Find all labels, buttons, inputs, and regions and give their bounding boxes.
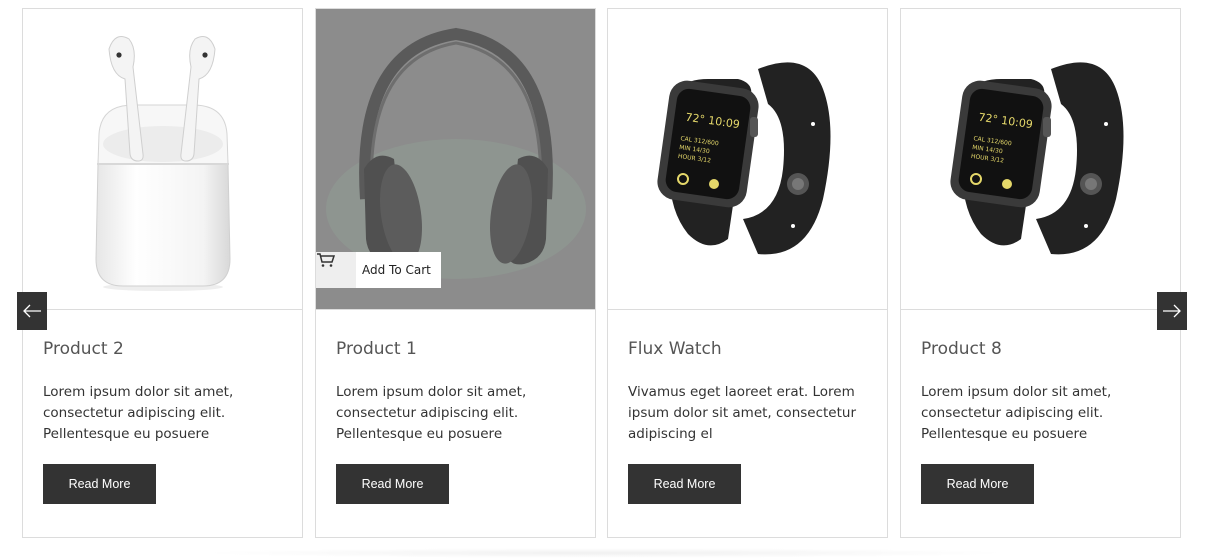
watch-image: 72° 10:09 CAL 312/600 MIN 14/30 HOUR 3/1… [657, 62, 831, 255]
airpods-image [95, 36, 231, 291]
product-description: Lorem ipsum dolor sit amet, consectetur … [336, 384, 527, 442]
read-more-button[interactable]: Read More [628, 464, 741, 504]
product-image-headphones[interactable]: Add To Cart [316, 9, 595, 310]
product-image-watch[interactable]: 72° 10:09 CAL 312/600 MIN 14/30 HOUR 3/1… [608, 9, 887, 310]
read-more-button[interactable]: Read More [43, 464, 156, 504]
cart-icon [316, 252, 356, 288]
arrow-left-icon [23, 304, 41, 318]
product-image-airpods[interactable] [23, 9, 302, 310]
carousel-prev-button[interactable] [17, 292, 47, 330]
watch-image: 72° 10:09 CAL 312/600 MIN 14/30 HOUR 3/1… [950, 62, 1124, 255]
product-title[interactable]: Product 1 [336, 339, 417, 359]
product-card: 72° 10:09 CAL 312/600 MIN 14/30 HOUR 3/1… [607, 8, 888, 538]
product-description: Vivamus eget laoreet erat. Lorem ipsum d… [628, 384, 857, 442]
product-card: Add To Cart Product 1 Lorem ipsum dolor … [315, 8, 596, 538]
product-description: Lorem ipsum dolor sit amet, consectetur … [43, 384, 234, 442]
product-card: 72° 10:09 CAL 312/600 MIN 14/30 HOUR 3/1… [900, 8, 1181, 538]
product-title[interactable]: Product 8 [921, 339, 1002, 359]
carousel-next-button[interactable] [1157, 292, 1187, 330]
add-to-cart-button[interactable]: Add To Cart [316, 252, 441, 288]
read-more-button[interactable]: Read More [336, 464, 449, 504]
add-to-cart-label: Add To Cart [362, 263, 431, 277]
product-description: Lorem ipsum dolor sit amet, consectetur … [921, 384, 1112, 442]
read-more-button[interactable]: Read More [921, 464, 1034, 504]
product-title[interactable]: Product 2 [43, 339, 124, 359]
product-title[interactable]: Flux Watch [628, 339, 722, 359]
product-card: Product 2 Lorem ipsum dolor sit amet, co… [22, 8, 303, 538]
product-carousel: Product 2 Lorem ipsum dolor sit amet, co… [0, 0, 1208, 558]
product-image-watch[interactable]: 72° 10:09 CAL 312/600 MIN 14/30 HOUR 3/1… [901, 9, 1180, 310]
arrow-right-icon [1163, 304, 1181, 318]
